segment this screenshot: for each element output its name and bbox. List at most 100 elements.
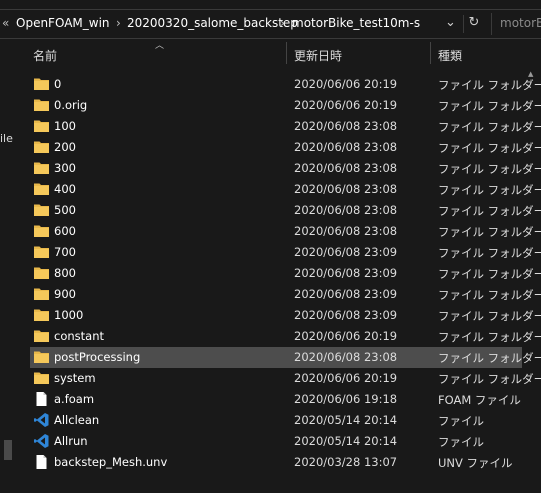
folder-icon [34, 77, 49, 91]
file-name: system [54, 371, 96, 385]
file-row[interactable]: postProcessing 2020/06/08 23:08 ファイル フォルダー [30, 347, 541, 368]
scroll-up-icon[interactable]: ▲ [528, 70, 533, 78]
breadcrumb-salome-backstep[interactable]: 20200320_salome_backstep [127, 16, 298, 30]
file-row[interactable]: system 2020/06/06 20:19 ファイル フォルダー [30, 368, 541, 389]
file-name: constant [54, 329, 104, 343]
file-row[interactable]: 500 2020/06/08 23:08 ファイル フォルダー [30, 200, 541, 221]
file-type: ファイル フォルダー [438, 267, 541, 281]
breadcrumb-openfoam-win[interactable]: OpenFOAM_win [16, 16, 110, 30]
folder-icon [34, 287, 49, 301]
file-name: backstep_Mesh.unv [54, 455, 168, 469]
column-date[interactable]: 更新日時 [294, 47, 342, 64]
file-date: 2020/06/08 23:08 [294, 203, 398, 217]
file-date: 2020/06/08 23:08 [294, 119, 398, 133]
file-type: ファイル [438, 414, 484, 428]
column-divider[interactable] [430, 42, 431, 64]
file-date: 2020/06/08 23:09 [294, 287, 398, 301]
file-date: 2020/06/06 19:18 [294, 392, 398, 406]
file-type: ファイル フォルダー [438, 330, 541, 344]
folder-icon [34, 119, 49, 133]
file-date: 2020/06/06 20:19 [294, 77, 398, 91]
file-type: ファイル フォルダー [438, 204, 541, 218]
file-row[interactable]: 900 2020/06/08 23:09 ファイル フォルダー [30, 284, 541, 305]
folder-icon [34, 161, 49, 175]
file-row[interactable]: backstep_Mesh.unv 2020/03/28 13:07 UNV ファイ… [30, 452, 522, 473]
column-divider[interactable] [286, 42, 287, 64]
file-date: 2020/06/08 23:09 [294, 308, 398, 322]
file-row[interactable]: Allrun 2020/05/14 20:14 ファイル [30, 431, 522, 452]
file-row[interactable]: 800 2020/06/08 23:09 ファイル フォルダー [30, 263, 541, 284]
folder-icon [34, 245, 49, 259]
file-type: FOAM ファイル [438, 393, 521, 407]
folder-icon [34, 266, 49, 280]
folder-icon [34, 350, 49, 364]
file-row[interactable]: 0 2020/06/06 20:19 ファイル フォルダー [30, 74, 541, 95]
file-name: 200 [54, 140, 76, 154]
folder-icon [34, 371, 49, 385]
file-date: 2020/05/14 20:14 [294, 413, 398, 427]
breadcrumb-separator-icon[interactable]: › [280, 16, 285, 30]
column-header: ︿ 名前 更新日時 種類 [26, 38, 541, 68]
file-type: ファイル フォルダー [438, 120, 541, 134]
file-name: Allrun [54, 434, 88, 448]
file-icon [34, 455, 49, 469]
file-type: ファイル フォルダー [438, 183, 541, 197]
file-date: 2020/03/28 13:07 [294, 455, 398, 469]
file-row[interactable]: 700 2020/06/08 23:09 ファイル フォルダー [30, 242, 541, 263]
file-row[interactable]: a.foam 2020/06/06 19:18 FOAM ファイル [30, 389, 522, 410]
folder-icon [34, 329, 49, 343]
overflow-chevron-icon[interactable]: « [2, 16, 9, 30]
column-name[interactable]: 名前 [33, 47, 57, 64]
file-row[interactable]: 600 2020/06/08 23:08 ファイル フォルダー [30, 221, 541, 242]
file-row[interactable]: 300 2020/06/08 23:08 ファイル フォルダー [30, 158, 541, 179]
file-name: a.foam [54, 392, 95, 406]
navigation-pane[interactable]: ile [0, 38, 13, 493]
column-type[interactable]: 種類 [438, 47, 462, 64]
file-name: 300 [54, 161, 76, 175]
file-row[interactable]: 400 2020/06/08 23:08 ファイル フォルダー [30, 179, 541, 200]
file-name: 600 [54, 224, 76, 238]
refresh-icon[interactable]: ↻ [463, 15, 484, 33]
vscode-icon [34, 434, 49, 448]
file-type: ファイル [438, 435, 484, 449]
file-row[interactable]: 1000 2020/06/08 23:09 ファイル フォルダー [30, 305, 541, 326]
file-name: 0.orig [54, 98, 88, 112]
folder-icon [34, 203, 49, 217]
file-date: 2020/06/06 20:19 [294, 371, 398, 385]
file-date: 2020/06/08 23:08 [294, 140, 398, 154]
file-date: 2020/06/06 20:19 [294, 329, 398, 343]
file-name: 900 [54, 287, 76, 301]
file-type: ファイル フォルダー [438, 372, 541, 386]
file-name: 800 [54, 266, 76, 280]
file-type: ファイル フォルダー [438, 288, 541, 302]
file-type: ファイル フォルダー [438, 162, 541, 176]
file-date: 2020/06/08 23:08 [294, 182, 398, 196]
nav-item-fragment[interactable]: ile [0, 132, 13, 145]
file-row[interactable]: 0.orig 2020/06/06 20:19 ファイル フォルダー [30, 95, 541, 116]
address-bar[interactable]: « OpenFOAM_win › 20200320_salome_backste… [0, 9, 541, 39]
file-icon [34, 392, 49, 406]
file-row[interactable]: constant 2020/06/06 20:19 ファイル フォルダー [30, 326, 541, 347]
file-name: 100 [54, 119, 76, 133]
nav-scrollbar-thumb[interactable] [4, 440, 12, 460]
file-name: 0 [54, 77, 62, 91]
file-name: 400 [54, 182, 76, 196]
file-name: Allclean [54, 413, 100, 427]
file-type: ファイル フォルダー [438, 351, 541, 365]
sort-ascending-icon: ︿ [155, 41, 165, 51]
breadcrumb-motorbike[interactable]: motorBike_test10m-s [292, 16, 420, 30]
file-row[interactable]: 200 2020/06/08 23:08 ファイル フォルダー [30, 137, 541, 158]
folder-icon [34, 140, 49, 154]
folder-icon [34, 224, 49, 238]
file-date: 2020/06/08 23:09 [294, 266, 398, 280]
folder-icon [34, 182, 49, 196]
file-row[interactable]: 100 2020/06/08 23:08 ファイル フォルダー [30, 116, 541, 137]
search-input[interactable]: motorBik [491, 13, 541, 35]
file-date: 2020/06/06 20:19 [294, 98, 398, 112]
file-type: ファイル フォルダー [438, 225, 541, 239]
file-type: ファイル フォルダー [438, 246, 541, 260]
file-row[interactable]: Allclean 2020/05/14 20:14 ファイル [30, 410, 522, 431]
breadcrumb-separator-icon[interactable]: › [116, 16, 121, 30]
folder-icon [34, 308, 49, 322]
address-dropdown-icon[interactable]: ⌄ [445, 15, 456, 30]
